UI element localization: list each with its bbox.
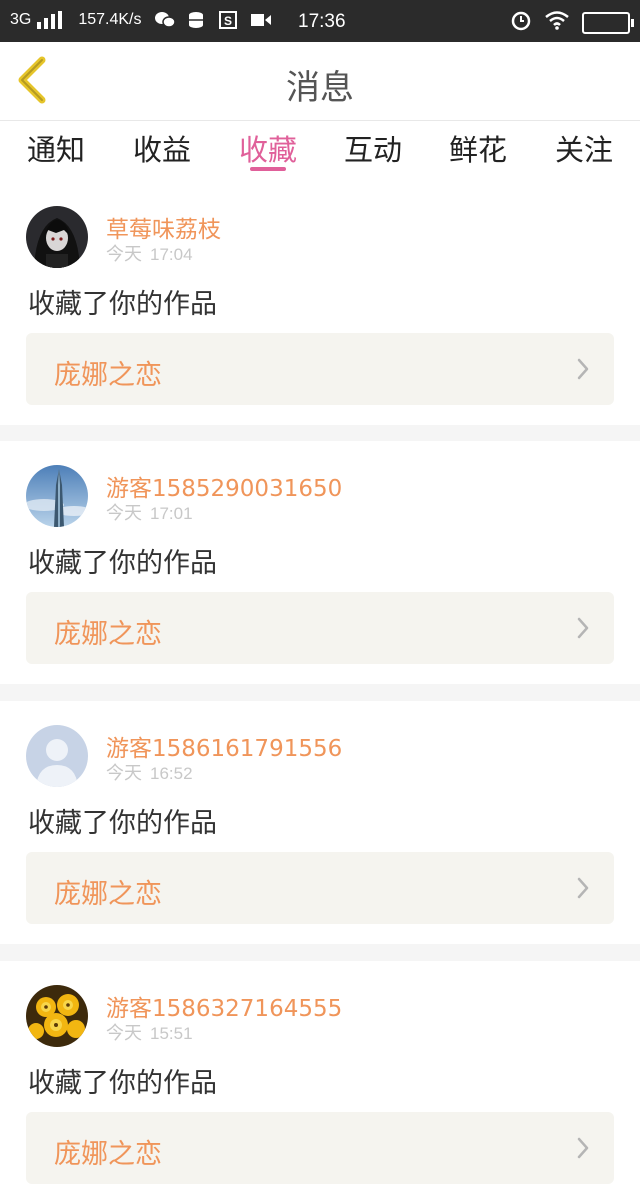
chevron-right-icon [577, 1137, 589, 1159]
timestamp-day: 今天 [106, 763, 142, 784]
chevron-right-icon [577, 358, 589, 380]
avatar[interactable] [26, 465, 88, 527]
signal-icon [37, 11, 63, 29]
sky-tower-avatar-icon [26, 465, 88, 527]
timestamp-time: 15:51 [150, 1024, 193, 1043]
tab-bar: 通知 收益 收藏 互动 鲜花 关注 [0, 120, 640, 183]
timestamp-day: 今天 [106, 1023, 142, 1044]
tab-interactions[interactable]: 互动 [333, 127, 413, 169]
timestamp-time: 17:01 [150, 504, 193, 523]
status-bar: 3G 157.4K/s S 17:36 [0, 0, 640, 42]
chevron-right-icon [577, 877, 589, 899]
tab-earnings[interactable]: 收益 [122, 127, 202, 169]
work-link[interactable]: 庞娜之恋 [26, 333, 614, 405]
yellow-flower-avatar-icon [26, 985, 88, 1047]
wechat-icon [154, 11, 176, 29]
action-text: 收藏了你的作品 [28, 1068, 217, 1099]
tab-favorites[interactable]: 收藏 [228, 127, 308, 169]
chevron-right-icon [577, 617, 589, 639]
database-icon [186, 11, 206, 29]
avatar[interactable] [26, 725, 88, 787]
timestamp-day: 今天 [106, 503, 142, 524]
action-text: 收藏了你的作品 [28, 548, 217, 579]
action-text: 收藏了你的作品 [28, 289, 217, 320]
network-speed: 157.4K/s [78, 11, 142, 28]
network-type: 3G [10, 11, 32, 28]
tab-follows[interactable]: 关注 [544, 127, 624, 169]
work-link[interactable]: 庞娜之恋 [26, 592, 614, 664]
work-link[interactable]: 庞娜之恋 [26, 852, 614, 924]
s-app-icon: S [218, 11, 238, 29]
list-item: 游客1586327164555 今天 15:51 收藏了你的作品 庞娜之恋 [0, 961, 640, 1204]
timestamp: 今天 15:51 [106, 1019, 193, 1045]
status-time: 17:36 [298, 11, 346, 32]
timestamp-time: 17:04 [150, 245, 193, 264]
timestamp-time: 16:52 [150, 764, 193, 783]
battery-icon [582, 11, 634, 34]
timestamp-day: 今天 [106, 244, 142, 265]
video-icon [250, 11, 271, 29]
work-title: 庞娜之恋 [54, 879, 162, 910]
username[interactable]: 游客1586161791556 [106, 729, 342, 763]
username[interactable]: 游客1586327164555 [106, 989, 342, 1023]
tab-flowers[interactable]: 鲜花 [438, 127, 518, 169]
dark-anime-avatar-icon [26, 206, 88, 268]
alarm-icon [510, 9, 532, 36]
work-link[interactable]: 庞娜之恋 [26, 1112, 614, 1184]
list-item: 草莓味荔枝 今天 17:04 收藏了你的作品 庞娜之恋 [0, 182, 640, 425]
list-item: 游客1586161791556 今天 16:52 收藏了你的作品 庞娜之恋 [0, 701, 640, 944]
header-bar: 消息 [0, 42, 640, 120]
username[interactable]: 草莓味荔枝 [106, 210, 221, 244]
active-tab-indicator [250, 167, 286, 171]
page-title: 消息 [286, 68, 354, 108]
default-user-avatar-icon [26, 725, 88, 787]
work-title: 庞娜之恋 [54, 619, 162, 650]
work-title: 庞娜之恋 [54, 360, 162, 391]
timestamp: 今天 17:01 [106, 499, 193, 525]
timestamp: 今天 17:04 [106, 240, 193, 266]
timestamp: 今天 16:52 [106, 759, 193, 785]
avatar[interactable] [26, 985, 88, 1047]
username[interactable]: 游客1585290031650 [106, 469, 342, 503]
action-text: 收藏了你的作品 [28, 808, 217, 839]
svg-text:S: S [223, 14, 231, 28]
avatar[interactable] [26, 206, 88, 268]
tab-notice[interactable]: 通知 [16, 127, 96, 169]
list-item: 游客1585290031650 今天 17:01 收藏了你的作品 庞娜之恋 [0, 441, 640, 684]
wifi-icon [544, 10, 570, 35]
